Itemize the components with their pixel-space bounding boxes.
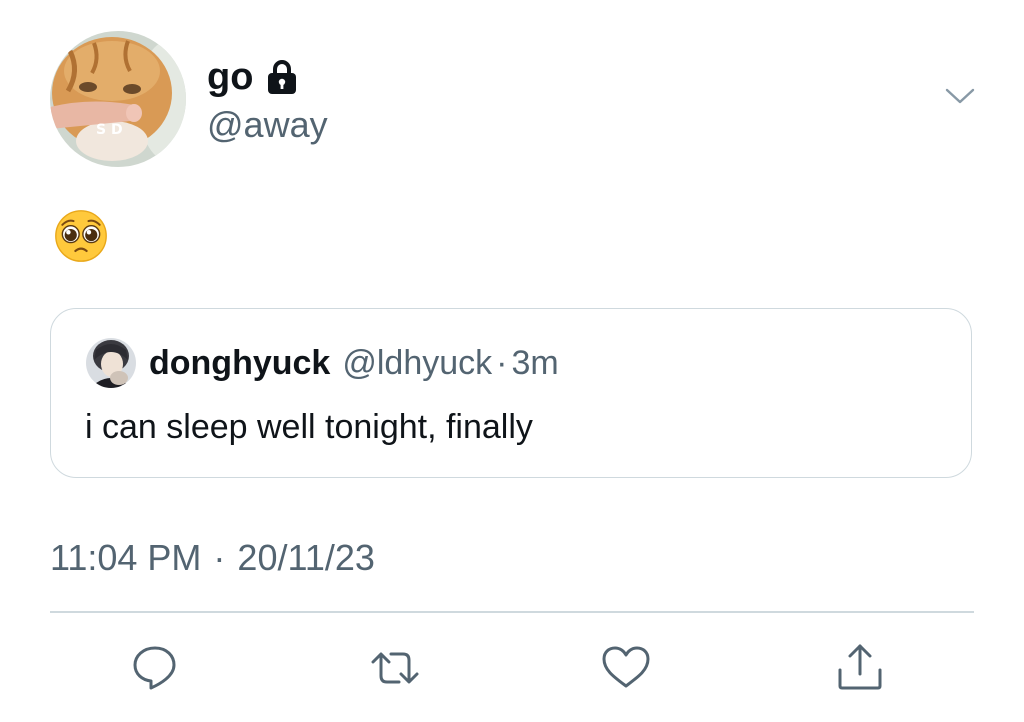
retweet-button[interactable] xyxy=(367,640,423,696)
author-avatar[interactable]: S D xyxy=(50,31,186,167)
share-icon xyxy=(838,644,882,690)
quoted-tweet-card[interactable]: donghyuck @ldhyuck · 3m i can sleep well to… xyxy=(50,308,972,478)
quoted-author-avatar[interactable] xyxy=(86,338,136,388)
author-display-name[interactable]: go xyxy=(207,54,253,100)
lock-icon xyxy=(265,59,299,95)
divider xyxy=(50,611,974,613)
like-button[interactable] xyxy=(598,640,654,696)
share-button[interactable] xyxy=(832,640,888,696)
reply-icon xyxy=(133,646,176,690)
tweet-date: 20/11/23 xyxy=(237,537,375,578)
timestamp-separator: · xyxy=(213,537,226,578)
author-handle[interactable]: @away xyxy=(207,103,328,147)
reply-button[interactable] xyxy=(127,640,183,696)
quoted-time: 3m xyxy=(511,344,559,382)
tweet-time: 11:04 PM xyxy=(50,537,202,578)
retweet-icon xyxy=(371,652,419,684)
like-icon xyxy=(602,646,650,688)
pleading-face-emoji xyxy=(55,210,107,262)
tweet-text xyxy=(53,208,113,268)
author-name-row: go xyxy=(207,54,299,100)
quoted-tweet-header: donghyuck @ldhyuck · 3m xyxy=(149,341,559,385)
quoted-tweet-text: i can sleep well tonight, finally xyxy=(85,408,533,446)
tweet-timestamp[interactable]: 11:04 PM · 20/11/23 xyxy=(50,536,375,580)
chevron-down-icon[interactable] xyxy=(944,84,976,108)
quoted-handle: @ldhyuck xyxy=(342,344,493,382)
avatar-overlay-text: S D xyxy=(96,122,123,138)
quoted-display-name: donghyuck xyxy=(149,344,331,382)
quoted-separator: · xyxy=(496,344,508,382)
